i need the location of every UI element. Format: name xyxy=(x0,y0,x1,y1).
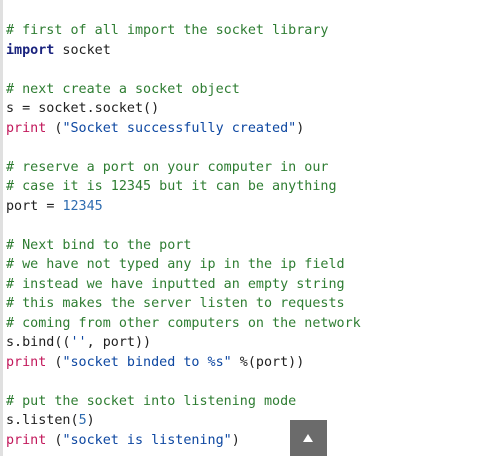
code-token-string: "Socket successfully created" xyxy=(62,120,297,136)
code-token-comment: # reserve a port on your computer in our xyxy=(6,159,329,175)
code-token-string: '' xyxy=(70,335,87,350)
code-token-comment: # this makes the server listen to reques… xyxy=(6,296,345,311)
code-line: # case it is 12345 but it can be anythin… xyxy=(6,177,361,197)
code-token-string: "socket is listening" xyxy=(62,432,232,448)
code-line: print ("Socket successfully created") xyxy=(6,119,361,139)
code-line: # this makes the server listen to reques… xyxy=(6,294,361,314)
code-line: ​ xyxy=(6,216,361,236)
code-listing: # first of all import the socket library… xyxy=(6,21,361,450)
code-token-comment: # first of all import the socket library xyxy=(6,23,329,38)
code-line: port = 12345 xyxy=(6,197,361,217)
code-line: s.bind(('', port)) xyxy=(6,333,361,353)
code-line: # put the socket into listening mode xyxy=(6,392,361,412)
code-line: ​ xyxy=(6,372,361,392)
code-token-comment: # instead we have inputted an empty stri… xyxy=(6,276,345,292)
code-block: # first of all import the socket library… xyxy=(0,0,487,456)
code-token-number: 5 xyxy=(78,413,87,428)
code-token-plain: s.bind(( xyxy=(6,335,71,350)
code-line: # next create a socket object xyxy=(6,80,361,100)
code-token-plain: %(port)) xyxy=(231,354,305,370)
code-token-plain: ) xyxy=(86,413,95,428)
code-token-op: = xyxy=(22,101,31,116)
code-token-plain: s xyxy=(6,101,23,116)
code-token-builtin: print xyxy=(6,120,47,136)
code-token-plain: ( xyxy=(46,432,63,448)
code-line: ​ xyxy=(6,60,361,80)
code-token-plain: ( xyxy=(46,120,63,136)
code-line: # reserve a port on your computer in our xyxy=(6,158,361,178)
code-token-comment: # we have not typed any ip in the ip fie… xyxy=(6,257,345,272)
code-token-plain: ( xyxy=(46,354,63,370)
code-token-string: "socket binded to %s" xyxy=(62,354,232,370)
code-token-plain: port xyxy=(6,198,47,214)
arrow-up-icon xyxy=(303,434,313,442)
code-token-comment: # Next bind to the port xyxy=(6,237,192,253)
code-token-comment: # coming from other computers on the net… xyxy=(6,315,361,331)
code-line: # first of all import the socket library xyxy=(6,21,361,41)
code-line: s = socket.socket() xyxy=(6,99,361,119)
code-token-plain: ) xyxy=(231,432,240,448)
code-token-comment: # next create a socket object xyxy=(6,81,240,97)
code-token-plain: s.listen( xyxy=(6,413,79,428)
code-line: # Next bind to the port xyxy=(6,236,361,256)
code-token-plain: ) xyxy=(296,120,305,136)
code-token-plain: socket.socket() xyxy=(30,101,160,116)
code-line: ​ xyxy=(6,138,361,158)
code-token-plain: socket xyxy=(54,42,111,58)
code-token-builtin: print xyxy=(6,432,47,448)
code-token-plain: , port)) xyxy=(86,335,152,350)
code-token-keyword: import xyxy=(6,42,55,58)
code-line: # instead we have inputted an empty stri… xyxy=(6,275,361,295)
code-line: # coming from other computers on the net… xyxy=(6,314,361,334)
code-token-builtin: print xyxy=(6,354,47,370)
code-line: import socket xyxy=(6,41,361,61)
code-token-comment: # case it is 12345 but it can be anythin… xyxy=(6,179,337,194)
code-line: print ("socket binded to %s" %(port)) xyxy=(6,353,361,373)
code-token-number: 12345 xyxy=(62,198,103,214)
code-token-comment: # put the socket into listening mode xyxy=(6,393,297,409)
scroll-to-top-button[interactable] xyxy=(290,420,327,456)
code-line: # we have not typed any ip in the ip fie… xyxy=(6,255,361,275)
